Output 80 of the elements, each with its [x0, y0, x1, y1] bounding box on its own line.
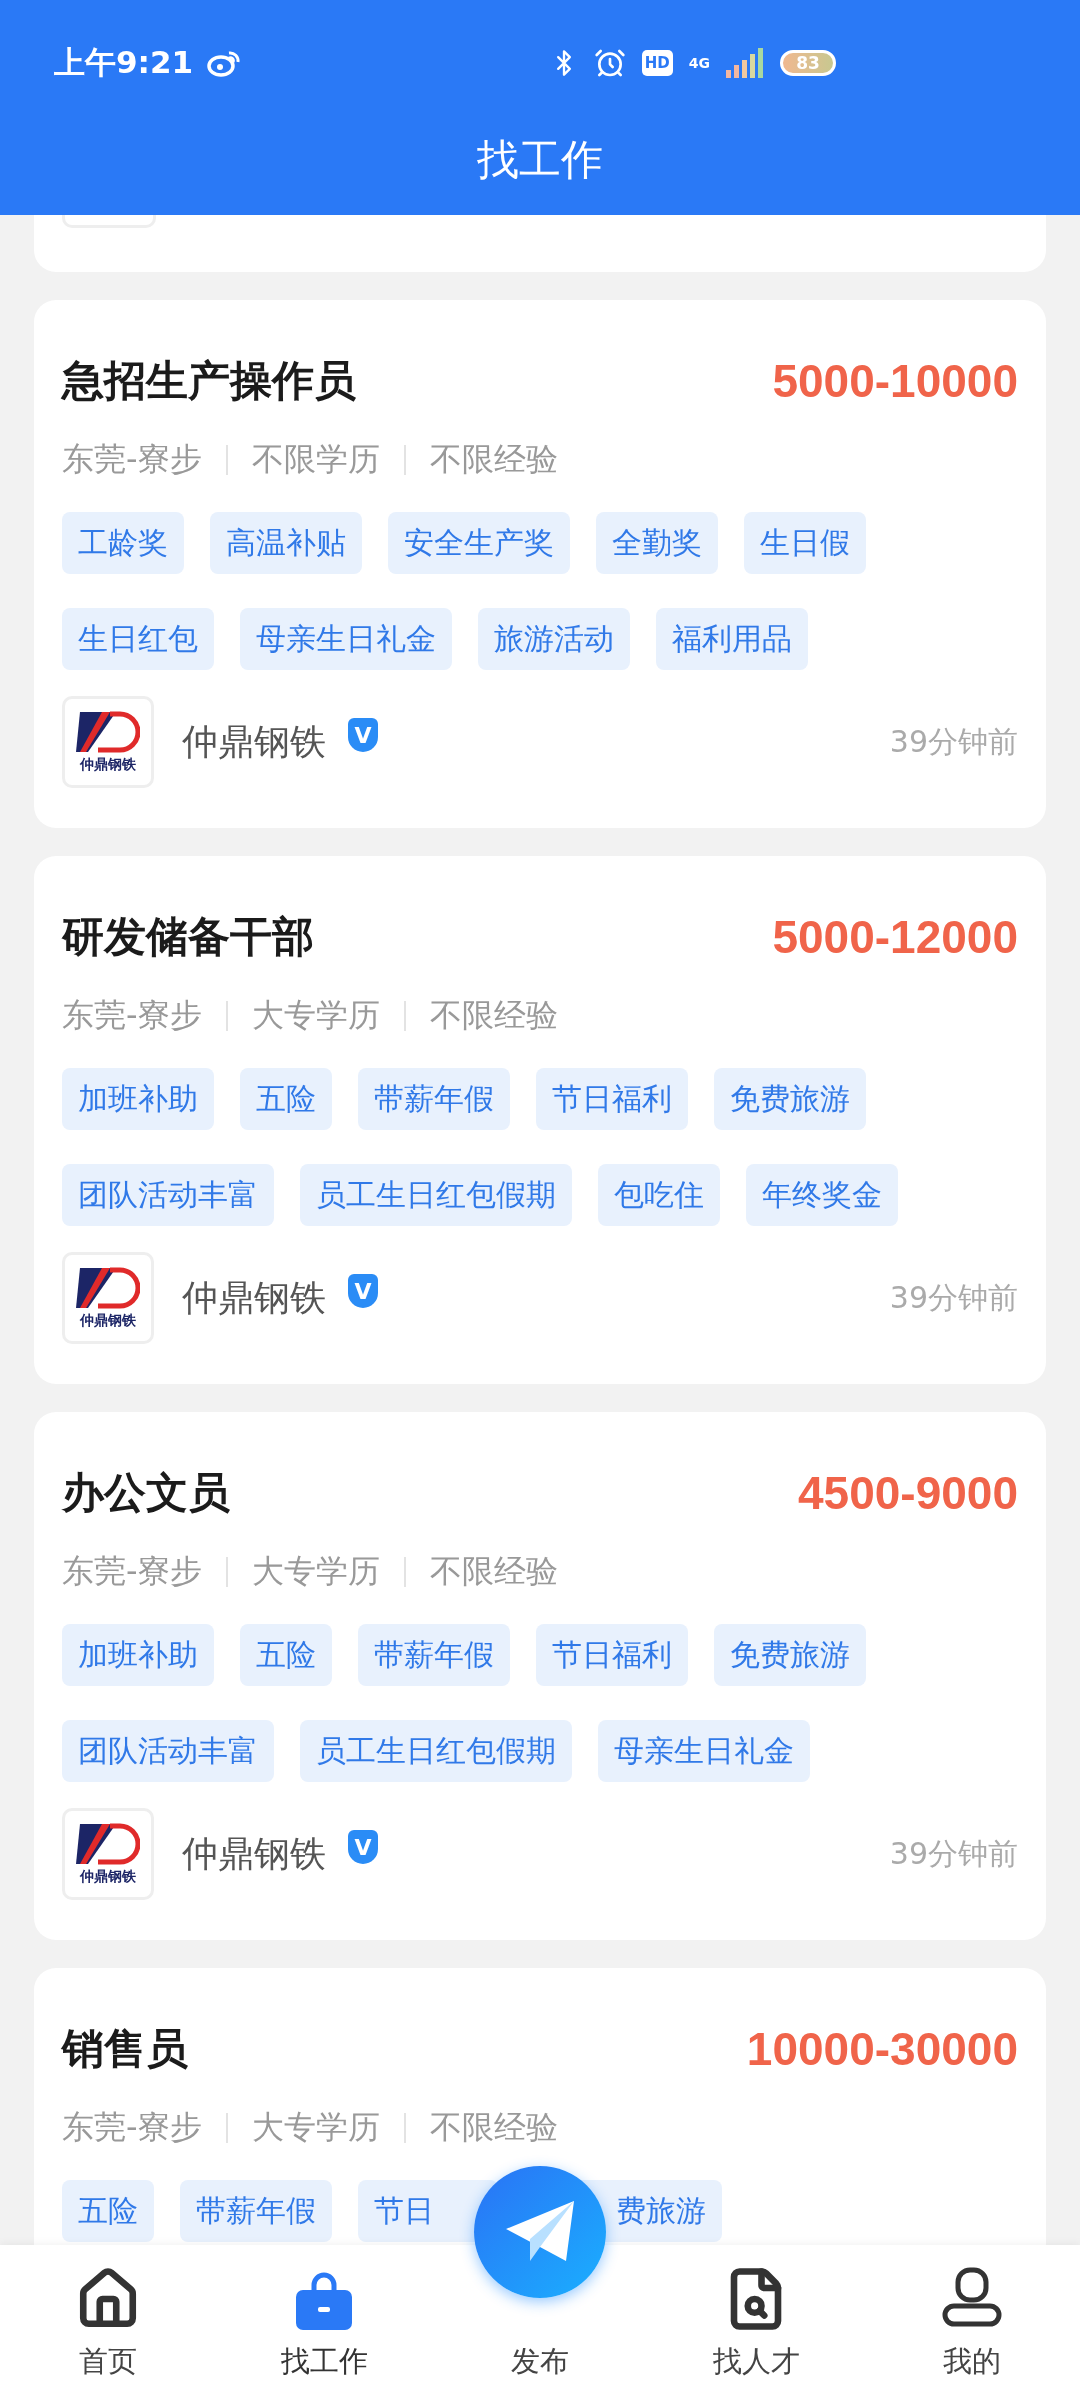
- company-name: 仲鼎钢铁: [182, 1831, 326, 1876]
- benefit-tag: 五险: [62, 2180, 154, 2242]
- benefit-tag: 带薪年假: [180, 2180, 332, 2242]
- job-requirement: 东莞-寮步: [62, 995, 202, 1036]
- benefit-tag: 加班补助: [62, 1068, 214, 1130]
- nav-tab[interactable]: 首页: [0, 2245, 216, 2400]
- logo-mark-icon: [76, 710, 140, 754]
- job-requirement: 大专学历: [251, 995, 380, 1036]
- benefit-tag: 全勤奖: [596, 512, 718, 574]
- benefit-tag: 节日福利: [536, 1624, 688, 1686]
- benefit-tag: 员工生日红包假期: [300, 1164, 572, 1226]
- benefit-tag: 员工生日红包假期: [300, 1720, 572, 1782]
- benefit-tag: 生日假: [744, 512, 866, 574]
- benefit-tag: 母亲生日礼金: [598, 1720, 810, 1782]
- logo-mark-icon: [76, 1266, 140, 1310]
- signal-icon: [726, 47, 764, 78]
- job-requirement: 大专学历: [251, 1551, 380, 1592]
- page-title: 找工作: [476, 134, 604, 186]
- job-card[interactable]: 急招生产操作员 5000-10000 东莞-寮步 不限学历 不限经验 工龄奖 高温补贴 安全生产奖 全勤奖 生日假 生日红包 母亲生日礼金 旅游活动 福利用品 仲鼎钢铁 仲鼎钢铁 V 39分钟前: [34, 300, 1046, 828]
- logo-mark-icon: [76, 1822, 140, 1866]
- job-title: 销售员: [62, 2023, 188, 2075]
- benefit-tag: 团队活动丰富: [62, 1720, 274, 1782]
- benefit-tag: 母亲生日礼金: [240, 608, 452, 670]
- benefit-tag: 福利用品: [656, 608, 808, 670]
- benefit-tag: 带薪年假: [358, 1624, 510, 1686]
- verified-badge: V: [348, 1274, 378, 1308]
- job-requirement: 东莞-寮步: [62, 1551, 202, 1592]
- benefit-tag: 安全生产奖: [388, 512, 570, 574]
- benefit-tag: 团队活动丰富: [62, 1164, 274, 1226]
- company-name: 仲鼎钢铁: [182, 1275, 326, 1320]
- job-requirement: 东莞-寮步: [62, 439, 202, 480]
- salary: 5000-10000: [772, 354, 1018, 408]
- network-type: 4G: [688, 54, 710, 71]
- company-logo: 仲鼎钢铁: [62, 1252, 154, 1344]
- nav-tab[interactable]: 找人才: [648, 2245, 864, 2400]
- job-requirement: 不限经验: [429, 995, 558, 1036]
- job-requirement: 不限经验: [429, 439, 558, 480]
- post-time: 39分钟前: [889, 1834, 1018, 1873]
- job-requirement: 大专学历: [251, 2107, 380, 2148]
- battery-indicator: 83: [780, 49, 836, 76]
- benefit-tag: 高温补贴: [210, 512, 362, 574]
- benefit-tag: 五险: [240, 1068, 332, 1130]
- job-card[interactable]: 办公文员 4500-9000 东莞-寮步 大专学历 不限经验 加班补助 五险 带薪年假 节日福利 免费旅游 团队活动丰富 员工生日红包假期 母亲生日礼金 仲鼎钢铁 仲鼎钢铁 V 39分钟前: [34, 1412, 1046, 1940]
- benefit-tag: 包吃住: [598, 1164, 720, 1226]
- status-time: 上午9:21: [54, 42, 194, 82]
- job-requirement: 不限经验: [429, 1551, 558, 1592]
- nav-tab[interactable]: 我的: [864, 2245, 1080, 2400]
- company-logo: 仲鼎钢铁: [62, 696, 154, 788]
- job-requirement: 不限经验: [429, 2107, 558, 2148]
- job-card[interactable]: 销售员 10000-30000 东莞-寮步 大专学历 不限经验 五险 带薪年假 节日 费旅游: [34, 1968, 1046, 2245]
- benefit-tag: 生日红包: [62, 608, 214, 670]
- company-name: 仲鼎钢铁: [182, 719, 326, 764]
- verified-badge: V: [348, 1830, 378, 1864]
- company-logo: 仲鼎钢铁: [62, 1808, 154, 1900]
- hd-indicator: HD: [641, 49, 673, 76]
- job-title: 研发储备干部: [62, 911, 314, 963]
- job-requirement: 东莞-寮步: [62, 2107, 202, 2148]
- benefit-tag: 节日福利: [536, 1068, 688, 1130]
- benefit-tag: 带薪年假: [358, 1068, 510, 1130]
- nav-tab[interactable]: 发布: [511, 2342, 569, 2382]
- salary: 4500-9000: [798, 1466, 1018, 1520]
- nav-tab[interactable]: 找工作: [216, 2245, 432, 2400]
- job-requirement: 不限学历: [251, 439, 380, 480]
- post-time: 39分钟前: [889, 722, 1018, 761]
- benefit-tag: 免费旅游: [714, 1624, 866, 1686]
- briefcase-icon: [294, 2272, 354, 2332]
- benefit-tag: 五险: [240, 1624, 332, 1686]
- benefit-tag: 旅游活动: [478, 608, 630, 670]
- benefit-tag: 免费旅游: [714, 1068, 866, 1130]
- job-card[interactable]: 研发储备干部 5000-12000 东莞-寮步 大专学历 不限经验 加班补助 五险 带薪年假 节日福利 免费旅游 团队活动丰富 员工生日红包假期 包吃住 年终奖金 仲鼎钢铁 仲鼎钢铁 V 39分钟前: [34, 856, 1046, 1384]
- benefit-tag: 加班补助: [62, 1624, 214, 1686]
- weibo-icon: [207, 48, 242, 77]
- post-time: 39分钟前: [889, 1278, 1018, 1317]
- benefit-tag: 年终奖金: [746, 1164, 898, 1226]
- benefit-tag: 工龄奖: [62, 512, 184, 574]
- salary: 10000-30000: [746, 2022, 1018, 2076]
- job-title: 办公文员: [62, 1467, 230, 1519]
- salary: 5000-12000: [772, 910, 1018, 964]
- verified-badge: V: [348, 718, 378, 752]
- job-title: 急招生产操作员: [62, 355, 356, 407]
